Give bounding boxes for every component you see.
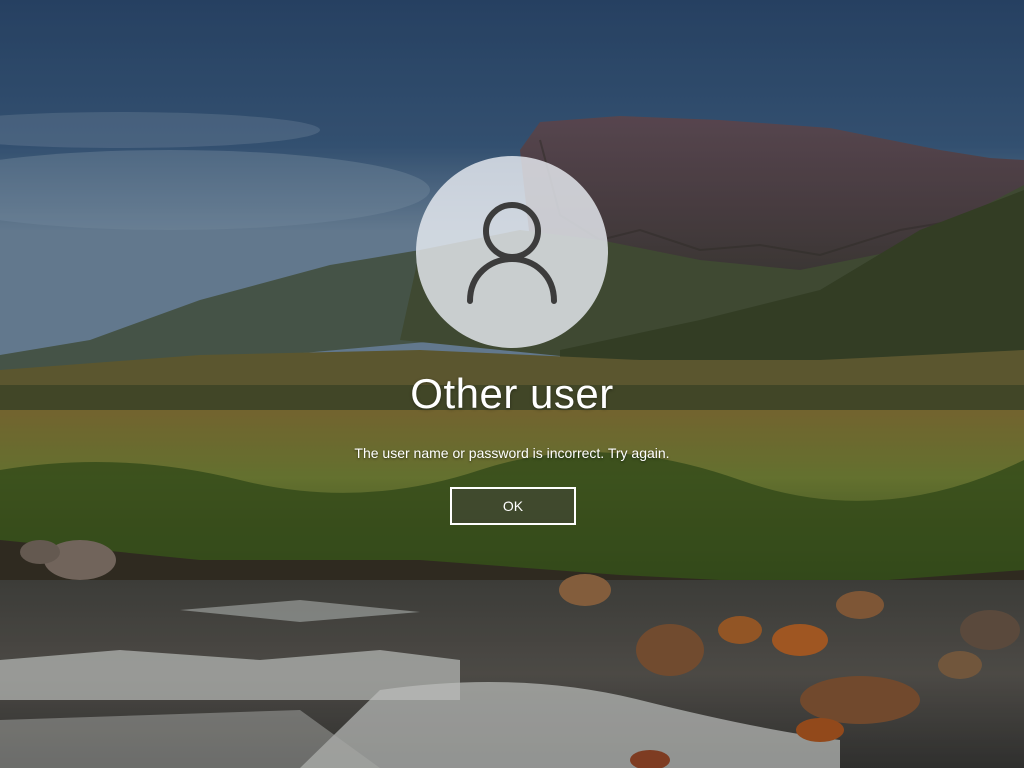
user-name-title: Other user [410,370,614,417]
ok-button[interactable]: OK [450,487,576,525]
sign-in-panel: Other user The user name or password is … [0,0,1024,768]
user-silhouette-icon [467,202,557,304]
sign-in-error-message: The user name or password is incorrect. … [354,445,670,461]
user-avatar [416,156,608,348]
